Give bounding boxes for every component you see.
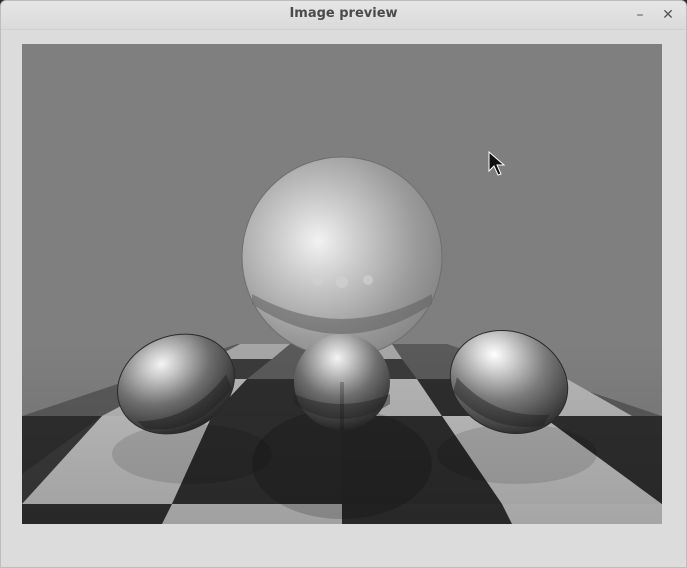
window-title: Image preview [289, 6, 398, 21]
rendered-image [22, 44, 662, 524]
close-button[interactable]: ✕ [658, 5, 678, 25]
ray-traced-scene [22, 44, 662, 524]
title-bar[interactable]: Image preview – ✕ [1, 1, 686, 30]
mouse-pointer-icon [488, 151, 506, 176]
close-icon: ✕ [662, 7, 674, 23]
minimize-icon: – [636, 7, 644, 23]
center-mirror-sphere [294, 334, 390, 430]
big-sphere [241, 156, 443, 358]
minimize-button[interactable]: – [630, 5, 650, 25]
image-preview-window: Image preview – ✕ [0, 0, 687, 568]
